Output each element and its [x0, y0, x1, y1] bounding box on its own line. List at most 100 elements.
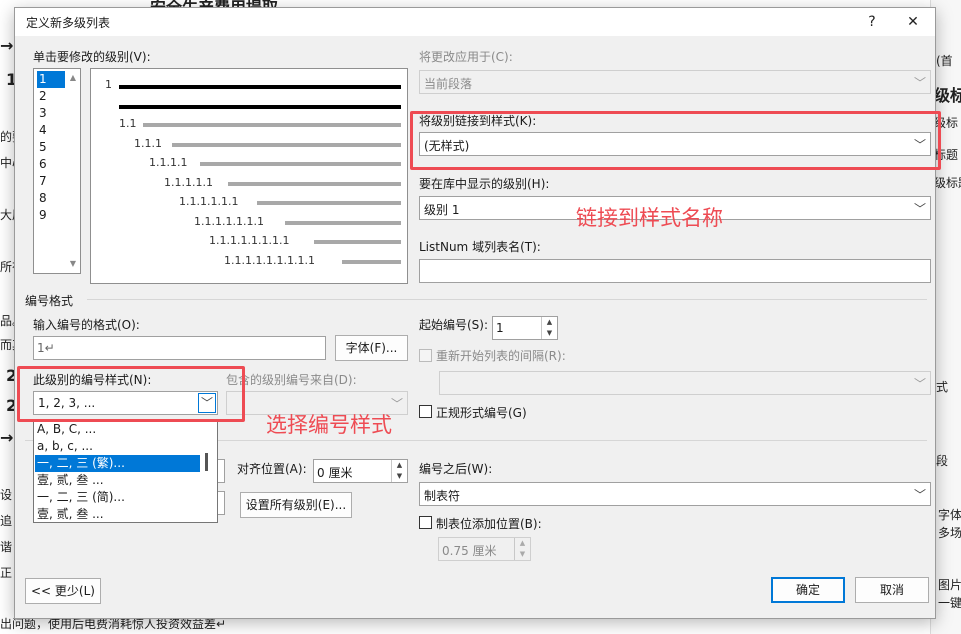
add-tab-spinner[interactable]: ▲ ▼: [514, 538, 530, 560]
align-at-value: 0 厘米: [317, 466, 353, 480]
preview-line: [172, 142, 401, 147]
level-item-8[interactable]: 8: [37, 190, 65, 207]
number-style-annotation: 选择编号样式: [266, 413, 392, 437]
number-style-option[interactable]: 壹, 贰, 叁 ...: [35, 472, 200, 489]
follow-number-select[interactable]: 制表符 ﹀: [419, 482, 931, 506]
chevron-down-icon: ﹀: [390, 397, 403, 411]
font-button[interactable]: 字体(F)...: [335, 335, 408, 361]
preview-number-level-4: 1.1.1.1: [149, 156, 188, 169]
add-tab-checkbox[interactable]: [419, 516, 432, 529]
scroll-up-icon[interactable]: ▲: [68, 73, 78, 83]
legal-style-label: 正规形式编号(G): [436, 406, 527, 420]
preview-number-level-5: 1.1.1.1.1: [164, 175, 213, 189]
preview-number-level-6: 1.1.1.1.1.1: [179, 195, 239, 208]
styles-pane-text-4: 级标题: [934, 176, 961, 190]
styles-pane-text-7: 字体: [938, 508, 961, 522]
number-style-option[interactable]: 一, 二, 三 (繁)...: [35, 455, 200, 472]
start-at-value: 1: [496, 321, 504, 335]
doc-text-15: 谐: [0, 540, 13, 554]
level-item-6[interactable]: 6: [37, 156, 65, 173]
number-style-option[interactable]: a, b, c, ...: [35, 438, 200, 455]
preview-line: [119, 105, 401, 109]
set-all-levels-button[interactable]: 设置所有级别(E)...: [240, 492, 352, 518]
scroll-down-icon[interactable]: ▼: [68, 259, 78, 269]
spin-up-icon[interactable]: ▲: [392, 460, 407, 471]
level-item-1[interactable]: 1: [37, 71, 65, 88]
add-tab-value: 0.75 厘米: [442, 544, 497, 558]
start-at-input[interactable]: 1 ▲ ▼: [492, 316, 558, 340]
start-at-spinner[interactable]: ▲ ▼: [541, 317, 557, 339]
restart-select[interactable]: ﹀: [439, 371, 931, 395]
level-item-9[interactable]: 9: [37, 207, 65, 224]
listnum-input[interactable]: [419, 259, 931, 283]
chevron-down-icon: ﹀: [913, 488, 926, 502]
gallery-level-label: 要在库中显示的级别(H):: [419, 177, 550, 191]
spin-down-icon[interactable]: ▼: [542, 328, 557, 339]
restart-checkbox[interactable]: [419, 349, 432, 362]
spin-up-icon[interactable]: ▲: [542, 317, 557, 328]
styles-pane-text-5: 式: [936, 380, 949, 394]
close-button[interactable]: ✕: [902, 11, 924, 33]
dialog-titlebar: 定义新多级列表 ? ✕: [15, 8, 935, 36]
align-at-label: 对齐位置(A):: [237, 462, 307, 476]
level-list[interactable]: ▲ ▼ 123456789: [33, 68, 81, 274]
level-item-3[interactable]: 3: [37, 105, 65, 122]
spin-up-icon[interactable]: ▲: [515, 538, 530, 549]
preview-number-level-3: 1.1.1: [134, 136, 162, 150]
legal-style-checkbox[interactable]: [419, 405, 432, 418]
enter-format-value: 1↵: [37, 341, 55, 355]
apply-to-label: 将更改应用于(C):: [419, 50, 513, 64]
chevron-down-icon: ﹀: [913, 377, 926, 391]
doc-text-14: 追: [0, 514, 13, 528]
cancel-button[interactable]: 取消: [855, 577, 929, 603]
chevron-down-icon: ﹀: [913, 202, 926, 216]
number-style-highlight: [17, 366, 245, 422]
include-from-label: 包含的级别编号来自(D):: [226, 373, 357, 387]
preview-number-level-8: 1.1.1.1.1.1.1.1: [209, 234, 290, 247]
listnum-label: ListNum 域列表名(T):: [419, 240, 541, 254]
define-multilevel-list-dialog: 定义新多级列表 ? ✕ 单击要修改的级别(V): ▲ ▼ 123456789 1…: [14, 7, 936, 619]
styles-pane-text-10: 一键: [938, 596, 961, 610]
styles-pane-text-0: (首: [936, 54, 953, 68]
align-at-spinner[interactable]: ▲ ▼: [391, 460, 407, 482]
preview-line: [342, 259, 401, 264]
level-item-4[interactable]: 4: [37, 122, 65, 139]
dialog-title: 定义新多级列表: [26, 16, 111, 30]
apply-to-value: 当前段落: [424, 77, 473, 91]
spin-down-icon[interactable]: ▼: [515, 549, 530, 560]
enter-format-input[interactable]: 1↵: [33, 336, 326, 360]
preview-line: [285, 220, 401, 225]
level-item-2[interactable]: 2: [37, 88, 65, 105]
preview-number-level-7: 1.1.1.1.1.1.1: [194, 214, 264, 228]
ok-button[interactable]: 确定: [771, 577, 845, 603]
less-button[interactable]: << 更少(L): [25, 578, 101, 604]
styles-pane-text-6: 段: [936, 454, 949, 468]
preview-number-level-9: 1.1.1.1.1.1.1.1.1: [224, 253, 315, 267]
number-style-dropdown-list[interactable]: A, B, C, ... a, b, c, ... 一, 二, 三 (繁)... 壹,…: [33, 419, 218, 523]
dropdown-scrollbar-thumb[interactable]: [205, 453, 208, 471]
apply-to-select[interactable]: 当前段落 ﹀: [419, 70, 931, 94]
level-item-5[interactable]: 5: [37, 139, 65, 156]
add-tab-input[interactable]: 0.75 厘米 ▲ ▼: [438, 537, 531, 561]
preview-line: [257, 201, 401, 205]
styles-pane-text-9: 图片: [938, 578, 961, 592]
number-style-option[interactable]: A, B, C, ...: [35, 421, 200, 438]
link-style-highlight: [410, 111, 941, 170]
number-style-option[interactable]: 一, 二, 三 (简)...: [35, 489, 200, 506]
level-item-7[interactable]: 7: [37, 173, 65, 190]
group-divider: [87, 299, 927, 300]
preview-number-level-2: 1.1: [119, 117, 137, 130]
follow-number-label: 编号之后(W):: [419, 462, 493, 476]
preview-line: [228, 181, 401, 186]
align-at-input[interactable]: 0 厘米 ▲ ▼: [313, 459, 408, 483]
spin-down-icon[interactable]: ▼: [392, 471, 407, 482]
preview-line: [314, 240, 401, 244]
help-button[interactable]: ?: [861, 11, 883, 33]
number-style-option[interactable]: 壹, 贰, 叁 ...: [35, 506, 200, 522]
restart-label: 重新开始列表的间隔(R):: [436, 349, 566, 363]
gallery-level-value: 级别 1: [424, 203, 460, 217]
preview-number-level-1: 1: [105, 78, 112, 91]
doc-text-13: 设: [0, 488, 13, 502]
styles-pane-text-1: 级标: [934, 86, 961, 105]
enter-format-label: 输入编号的格式(O):: [33, 318, 140, 332]
